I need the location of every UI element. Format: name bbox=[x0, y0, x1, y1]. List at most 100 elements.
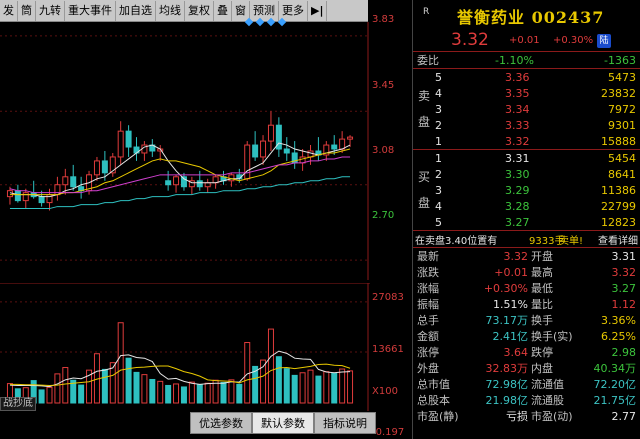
toolbar-button[interactable]: 均线 bbox=[156, 0, 185, 21]
candle-body bbox=[228, 174, 235, 182]
volume-bar bbox=[196, 384, 203, 404]
tab-default-params[interactable]: 默认参数 bbox=[252, 412, 314, 434]
level-volume: 9301 bbox=[608, 118, 636, 132]
volume-bar bbox=[157, 380, 164, 404]
margin-marker: R bbox=[423, 7, 430, 17]
level-label: 5 bbox=[435, 215, 442, 229]
ma-line bbox=[9, 148, 351, 196]
candle-body bbox=[93, 160, 100, 176]
candle-body bbox=[38, 196, 45, 204]
toolbar-button[interactable]: 预测 bbox=[250, 0, 279, 21]
stat-label: 最高 bbox=[531, 266, 553, 279]
ask-row[interactable]: 1 3.32 15888 bbox=[413, 133, 640, 149]
candle-body bbox=[14, 190, 21, 202]
volume-bar bbox=[141, 374, 148, 404]
stat-value: 3.64 bbox=[503, 345, 529, 359]
volume-bar bbox=[101, 368, 108, 404]
weibi-diff: -1363 bbox=[604, 53, 636, 67]
level-price: 3.27 bbox=[505, 215, 530, 229]
volume-bar bbox=[38, 389, 45, 404]
volume-bar bbox=[125, 357, 132, 404]
candle-body bbox=[260, 140, 267, 158]
volume-bar bbox=[228, 379, 235, 404]
volume-bar bbox=[267, 328, 274, 404]
ask-row[interactable]: 2 3.33 9301 bbox=[413, 117, 640, 133]
ask-row[interactable]: 3 3.34 7972 bbox=[413, 101, 640, 117]
volume-bar bbox=[299, 372, 306, 404]
tip-detail-link[interactable]: 查看详细 bbox=[598, 232, 638, 247]
candle-body bbox=[173, 176, 180, 186]
toolbar-expand-icon[interactable]: ▶| bbox=[308, 0, 328, 21]
stat-value: 32.83万 bbox=[485, 362, 529, 375]
tab-optimal-params[interactable]: 优选参数 bbox=[190, 412, 252, 434]
bid-row[interactable]: 5 3.27 12823 bbox=[413, 214, 640, 230]
stat-value: 1.12 bbox=[611, 297, 637, 311]
toolbar-button[interactable]: 九转 bbox=[36, 0, 65, 21]
price-axis-label: 2.70 bbox=[372, 210, 395, 221]
candle-body bbox=[70, 176, 77, 188]
stat-label: 最低 bbox=[531, 282, 553, 295]
weibi-label: 委比 bbox=[417, 54, 439, 67]
volume-bar-chart[interactable] bbox=[0, 283, 370, 411]
volume-bar bbox=[133, 371, 140, 404]
candle-body bbox=[117, 130, 124, 158]
volume-bar bbox=[275, 356, 282, 404]
kline-chart-area[interactable]: 发筒九转 重大事件 加自选 均线 复权叠窗预测 更多 ▶| 3.83 3.45 3.08 2… bbox=[0, 0, 412, 439]
toolbar-button[interactable]: 叠 bbox=[214, 0, 232, 21]
stat-value: 3.32 bbox=[611, 265, 637, 279]
level-price: 3.29 bbox=[505, 183, 530, 197]
volume-bar bbox=[331, 373, 338, 404]
candle-body bbox=[244, 144, 251, 180]
toolbar-button[interactable]: 更多 bbox=[279, 0, 308, 21]
toolbar-button[interactable]: 加自选 bbox=[116, 0, 156, 21]
level-volume: 11386 bbox=[601, 183, 636, 197]
price-candlestick-chart[interactable] bbox=[0, 22, 370, 280]
stat-value: 2.98 bbox=[611, 345, 637, 359]
stats-row: 振幅 1.51% 量比 1.12 bbox=[413, 296, 640, 312]
volume-bar bbox=[244, 342, 251, 404]
stat-label: 涨跌 bbox=[417, 266, 439, 279]
volume-bar bbox=[117, 322, 124, 404]
level-price: 3.34 bbox=[505, 102, 530, 116]
candle-body bbox=[204, 182, 211, 188]
ask-row[interactable]: 5 3.36 5473 bbox=[413, 69, 640, 85]
toolbar-button[interactable]: 筒 bbox=[18, 0, 36, 21]
toolbar-button[interactable]: 发 bbox=[0, 0, 18, 21]
level-price: 3.30 bbox=[505, 167, 530, 181]
big-order-tip[interactable]: 在卖盘3.40位置有 9333手 卖单! 查看详细 bbox=[413, 231, 640, 248]
weibi-row: 委比 -1.10% -1363 bbox=[413, 52, 640, 69]
indicator-name-label[interactable]: 战抄底 bbox=[0, 397, 36, 411]
connect-badge: 陆 bbox=[597, 34, 611, 48]
tab-indicator-help[interactable]: 指标说明 bbox=[314, 412, 376, 434]
level-volume: 22799 bbox=[601, 199, 636, 213]
candle-body bbox=[125, 130, 132, 148]
toolbar-button[interactable]: 重大事件 bbox=[65, 0, 116, 21]
candle-body bbox=[62, 176, 69, 186]
volume-bar bbox=[173, 383, 180, 404]
tip-action: 卖单! bbox=[559, 235, 584, 247]
stat-value: 3.36% bbox=[601, 313, 636, 327]
stat-value: +0.01 bbox=[494, 265, 528, 279]
toolbar-button[interactable]: 复权 bbox=[185, 0, 214, 21]
bid-row[interactable]: 3 3.29 11386 bbox=[413, 182, 640, 198]
bid-block: 买 盘 1 3.31 5454 2 3.30 8641 3 3.29 11386 4 3.28 227… bbox=[413, 150, 640, 230]
stats-row: 外盘 32.83万 内盘 40.34万 bbox=[413, 360, 640, 376]
stat-value: 3.31 bbox=[611, 249, 637, 263]
bid-row[interactable]: 4 3.28 22799 bbox=[413, 198, 640, 214]
ask-block: 卖 盘 5 3.36 5473 4 3.35 23832 3 3.34 7972 2 3.33 930… bbox=[413, 69, 640, 149]
level-price: 3.36 bbox=[505, 70, 530, 84]
bid-row[interactable]: 2 3.30 8641 bbox=[413, 166, 640, 182]
stat-value: 亏损 bbox=[506, 410, 528, 423]
stats-row: 涨幅 +0.30% 最低 3.27 bbox=[413, 280, 640, 296]
level-price: 3.33 bbox=[505, 118, 530, 132]
stat-label: 换手(实) bbox=[531, 330, 573, 343]
candle-body bbox=[331, 144, 338, 150]
stat-label: 跌停 bbox=[531, 346, 553, 359]
volume-bar bbox=[307, 369, 314, 404]
stats-table: 最新 3.32 开盘 3.31 涨跌 +0.01 最高 3.32 涨幅 +0.30% 最低 3.27 振… bbox=[413, 248, 640, 424]
volume-bar bbox=[78, 384, 85, 404]
volume-bar bbox=[165, 384, 172, 404]
bid-row[interactable]: 1 3.31 5454 bbox=[413, 150, 640, 166]
ask-row[interactable]: 4 3.35 23832 bbox=[413, 85, 640, 101]
volume-bar bbox=[339, 368, 346, 404]
